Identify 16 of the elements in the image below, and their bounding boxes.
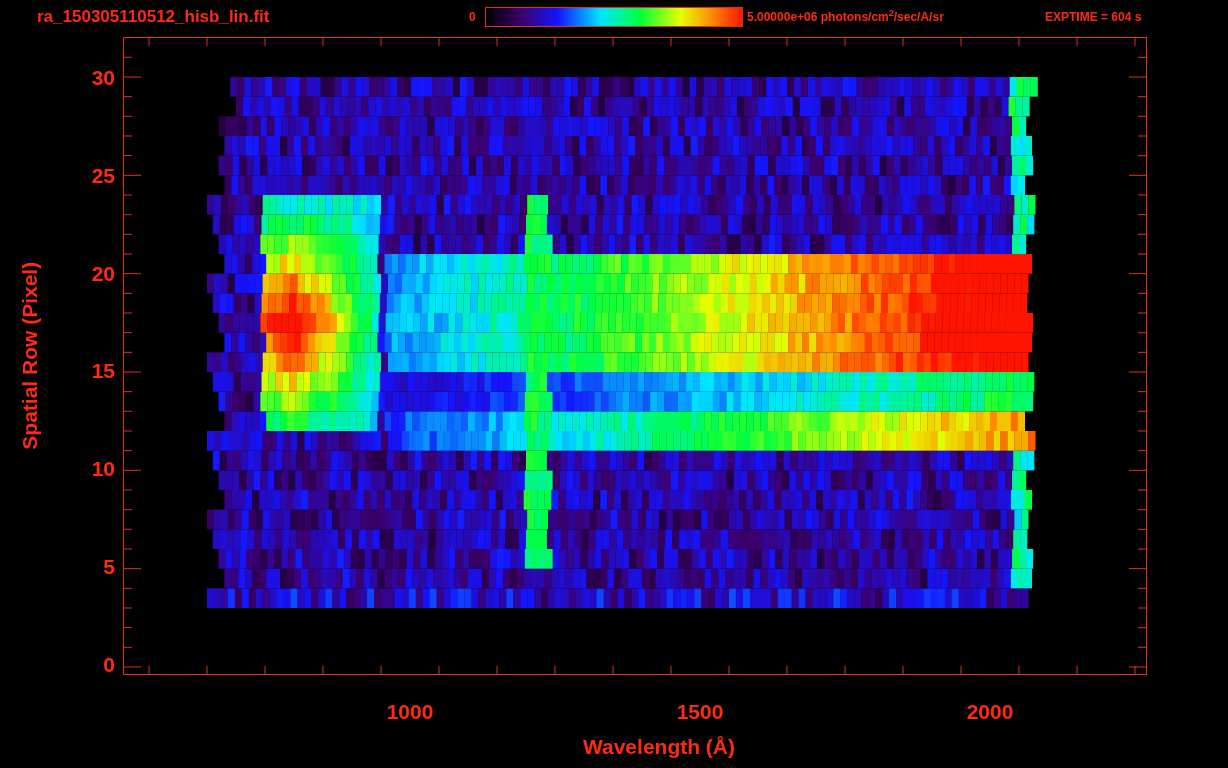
y-tick-label: 5	[103, 556, 115, 578]
y-tick-label: 0	[103, 653, 115, 675]
y-axis-title: Spatial Row (Pixel)	[17, 262, 43, 450]
colorbar-max-label: 5.00000e+06 photons/cm$^{2}$/sec/A/sr	[747, 7, 945, 26]
exposure-time: EXPTIME = 604 s	[1045, 8, 1142, 26]
y-tick-label: 25	[91, 164, 115, 186]
y-tick-label: 20	[91, 262, 115, 284]
x-tick-label: 1500	[676, 701, 724, 719]
x-tick-label: 2000	[966, 701, 1014, 719]
colorbar-min-label: 0	[469, 8, 477, 26]
y-tick-label: 15	[91, 360, 115, 382]
x-axis-title: Wavelength (Å)	[582, 734, 736, 760]
y-tick-label: 10	[91, 458, 115, 480]
y-tick-label: 30	[91, 67, 115, 88]
x-tick-label: 1000	[386, 701, 434, 719]
file-name: ra_150305110512_hisb_lin.fit	[37, 5, 271, 28]
